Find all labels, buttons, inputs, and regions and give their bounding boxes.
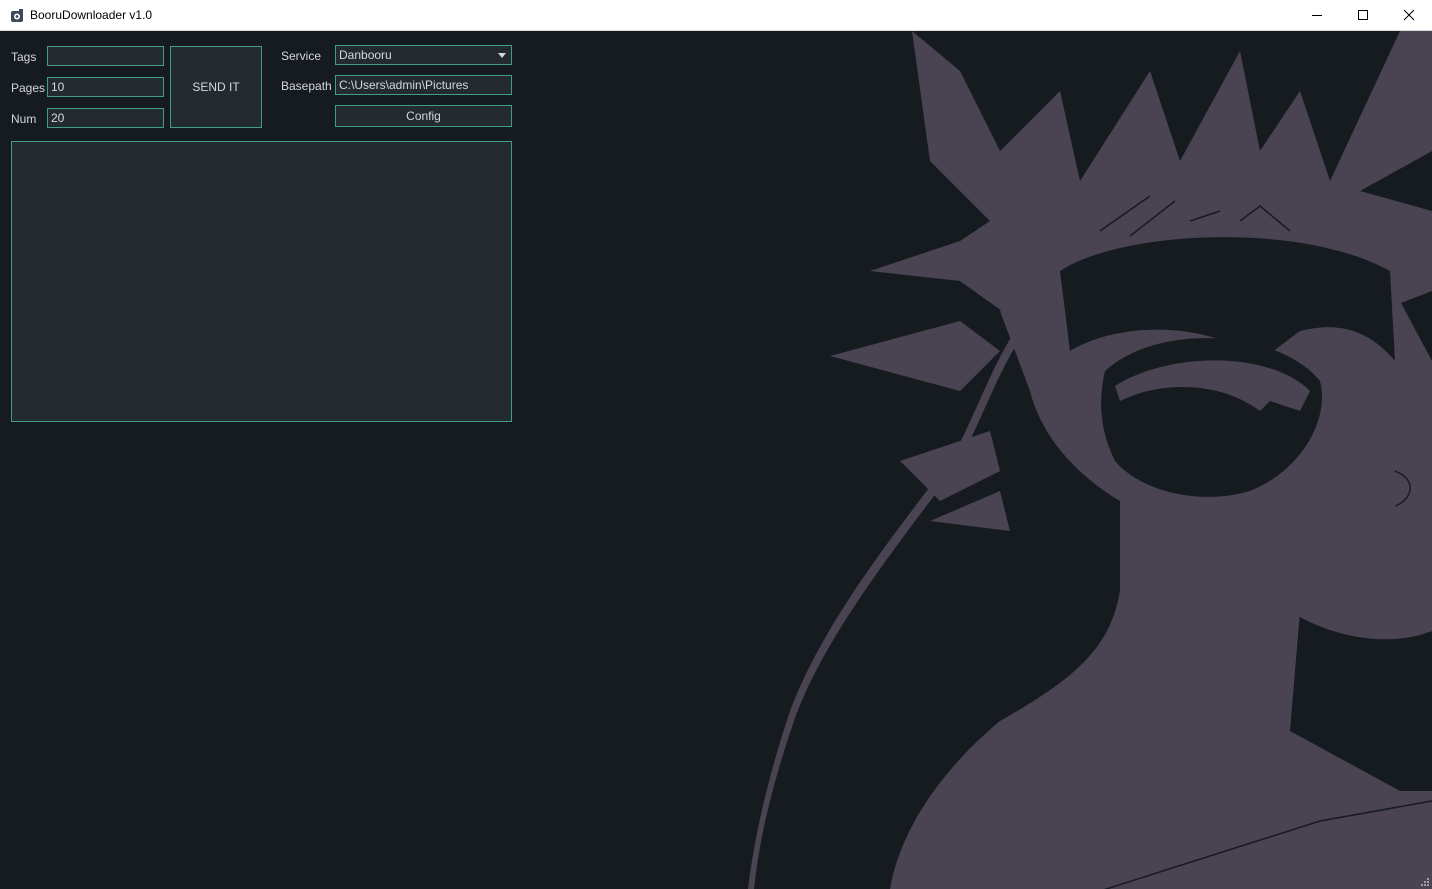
pages-label: Pages [11, 81, 46, 95]
send-button-label: SEND IT [192, 80, 240, 94]
output-log[interactable] [11, 141, 512, 422]
pages-input[interactable]: 10 [47, 77, 164, 97]
maximize-button[interactable] [1340, 0, 1386, 30]
service-selected-value: Danbooru [339, 48, 392, 62]
title-bar: BooruDownloader v1.0 [0, 0, 1432, 31]
tags-text-field[interactable] [51, 47, 160, 65]
minimize-button[interactable] [1294, 0, 1340, 30]
close-icon [1403, 9, 1415, 21]
minimize-icon [1312, 15, 1322, 16]
num-input[interactable]: 20 [47, 108, 164, 128]
num-label: Num [11, 112, 37, 126]
resize-grip-icon[interactable] [1420, 877, 1429, 886]
chevron-down-icon [498, 53, 506, 58]
app-icon [11, 9, 23, 22]
config-button-label: Config [406, 109, 441, 123]
config-button[interactable]: Config [335, 105, 512, 127]
tags-input[interactable] [47, 46, 164, 66]
basepath-label: Basepath [281, 79, 332, 93]
tags-label: Tags [11, 50, 37, 64]
service-label: Service [281, 49, 322, 63]
send-button[interactable]: SEND IT [170, 46, 262, 128]
basepath-input[interactable]: C:\Users\admin\Pictures [335, 75, 512, 95]
service-dropdown[interactable]: Danbooru [335, 45, 512, 65]
close-button[interactable] [1386, 0, 1432, 30]
main-window: Tags Pages 10 Num 20 SEND IT Service Dan… [0, 31, 1432, 889]
maximize-icon [1358, 10, 1368, 20]
window-title: BooruDownloader v1.0 [30, 8, 153, 22]
